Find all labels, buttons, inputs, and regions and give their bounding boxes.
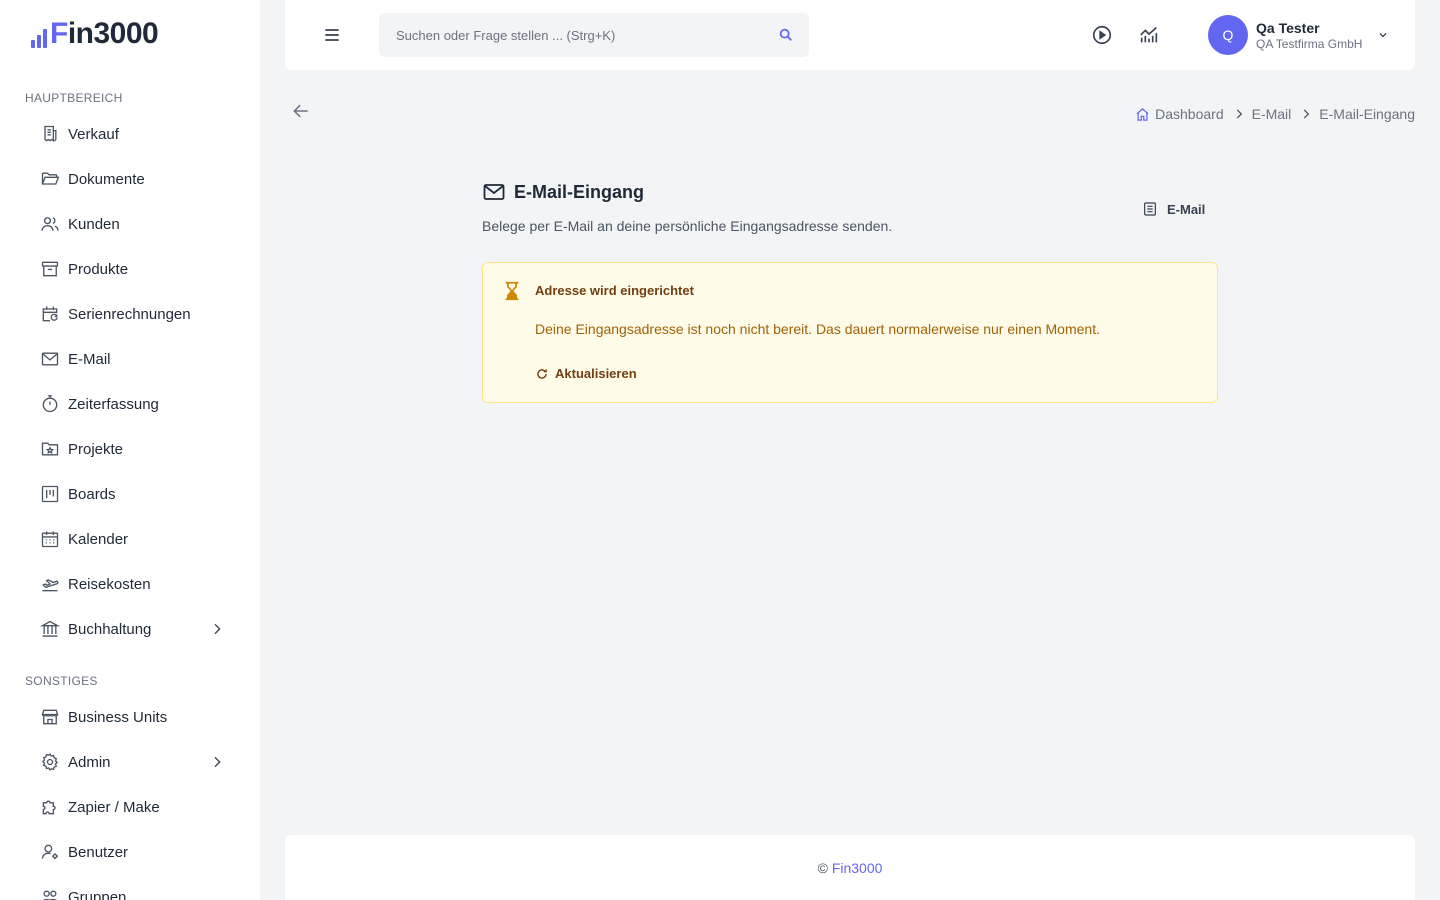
user-name[interactable]: Qa Tester [1256,20,1320,36]
sidebar-item-label: Dokumente [68,170,145,188]
refresh-icon [535,367,549,381]
archive-box-icon [40,259,60,279]
user-company: QA Testfirma GmbH [1256,37,1363,51]
footer-text: © Fin3000 [285,860,1415,876]
chevron-down-icon[interactable] [1377,29,1389,41]
sidebar-item-label: Serienrechnungen [68,305,191,323]
sidebar-item-label: Kunden [68,215,120,233]
breadcrumb-label: Dashboard [1155,106,1224,122]
sidebar-item-business-units[interactable]: Business Units [25,698,235,736]
sidebar-item-email[interactable]: E-Mail [25,340,235,378]
logo-text-f: F [50,17,68,50]
refresh-button[interactable]: Aktualisieren [535,366,637,381]
sidebar-item-benutzer[interactable]: Benutzer [25,833,235,871]
page-subtitle: Belege per E-Mail an deine persönliche E… [482,218,893,234]
envelope-icon [40,349,60,369]
chevron-right-icon[interactable] [209,754,225,770]
sidebar-item-label: Kalender [68,530,129,548]
kanban-icon [40,484,60,504]
document-list-icon [1142,201,1158,217]
sidebar-item-verkauf[interactable]: Verkauf [25,115,235,153]
stopwatch-icon [40,394,60,414]
bank-icon [40,619,60,639]
sidebar-item-zeiterfassung[interactable]: Zeiterfassung [25,385,235,423]
sidebar-item-produkte[interactable]: Produkte [25,250,235,288]
sidebar-item-label: Zeiterfassung [68,395,159,413]
logo-text: Fin3000 [50,17,159,50]
storefront-icon [40,707,60,727]
breadcrumb: Dashboard E-Mail E-Mail-Eingang [1135,106,1415,122]
search-input[interactable] [396,27,766,43]
sidebar-item-label: Zapier / Make [68,798,160,816]
chevron-right-icon[interactable] [209,621,225,637]
analytics-chart-icon[interactable] [1138,24,1160,46]
alert-text: Deine Eingangsadresse ist noch nicht ber… [535,321,1100,337]
footer-brand-link[interactable]: Fin3000 [832,860,883,876]
refresh-button-label: Aktualisieren [555,366,637,381]
user-cog-icon [40,842,60,862]
logo[interactable]: Fin3000 [31,17,159,50]
sidebar-item-projekte[interactable]: Projekte [25,430,235,468]
puzzle-icon [40,797,60,817]
receipt-icon [40,124,60,144]
alert-title: Adresse wird eingerichtet [535,283,694,298]
sidebar-item-label: Reisekosten [68,575,151,593]
sidebar-item-gruppen[interactable]: Gruppen [25,878,235,900]
breadcrumb-item-dashboard[interactable]: Dashboard [1135,106,1224,122]
sidebar-item-dokumente[interactable]: Dokumente [25,160,235,198]
sidebar-item-kunden[interactable]: Kunden [25,205,235,243]
sidebar-item-label: Verkauf [68,125,119,143]
email-link-button[interactable]: E-Mail [1142,201,1205,217]
chevron-right-icon [1232,107,1246,121]
avatar[interactable]: Q [1208,15,1248,55]
sidebar-item-serienrechnungen[interactable]: Serienrechnungen [25,295,235,333]
sidebar-item-label: Buchhaltung [68,620,152,638]
folder-star-icon [40,439,60,459]
calendar-repeat-icon [40,304,60,324]
sidebar-item-label: Business Units [68,708,168,726]
top-header: Q Qa Tester QA Testfirma GmbH [285,0,1415,70]
gear-icon [40,752,60,772]
logo-bars-icon [31,26,47,50]
hamburger-menu-icon[interactable] [322,25,342,45]
sidebar-item-label: Boards [68,485,116,503]
users-icon [40,214,60,234]
sidebar-item-label: Projekte [68,440,124,458]
folder-open-icon [40,169,60,189]
sidebar-item-buchhaltung[interactable]: Buchhaltung [25,610,235,648]
setup-alert: Adresse wird eingerichtet Deine Eingangs… [482,262,1218,403]
sidebar-item-reisekosten[interactable]: Reisekosten [25,565,235,603]
copyright-symbol: © [817,860,828,876]
page-title: E-Mail-Eingang [514,181,644,202]
logo-text-rest: in3000 [67,17,159,50]
section-label-main: HAUPTBEREICH [25,91,123,105]
search-bar [379,13,809,57]
home-icon [1135,107,1150,122]
plane-departure-icon [40,574,60,594]
search-icon[interactable] [778,27,794,43]
section-label-other: SONSTIGES [25,674,98,688]
play-circle-icon[interactable] [1091,24,1113,46]
sidebar-item-label: Admin [68,753,111,771]
sidebar-item-label: Benutzer [68,843,129,861]
sidebar-item-zapier-make[interactable]: Zapier / Make [25,788,235,826]
calendar-icon [40,529,60,549]
email-link-label: E-Mail [1167,201,1206,217]
sidebar-item-kalender[interactable]: Kalender [25,520,235,558]
envelope-icon [482,180,506,204]
sidebar-item-label: Gruppen [68,888,127,900]
sidebar-item-admin[interactable]: Admin [25,743,235,781]
back-arrow-icon[interactable] [291,101,311,121]
sidebar: Fin3000 HAUPTBEREICH Verkauf Dokumente K… [0,0,260,900]
sidebar-item-label: E-Mail [68,350,111,368]
chevron-right-icon [1299,107,1313,121]
user-group-icon [40,887,60,900]
hourglass-icon [501,280,523,302]
sidebar-item-label: Produkte [68,260,129,278]
page-heading: E-Mail-Eingang [482,180,644,204]
sidebar-item-boards[interactable]: Boards [25,475,235,513]
footer: © Fin3000 [285,835,1415,900]
breadcrumb-item-email[interactable]: E-Mail [1252,106,1292,122]
breadcrumb-item-current: E-Mail-Eingang [1319,106,1415,122]
